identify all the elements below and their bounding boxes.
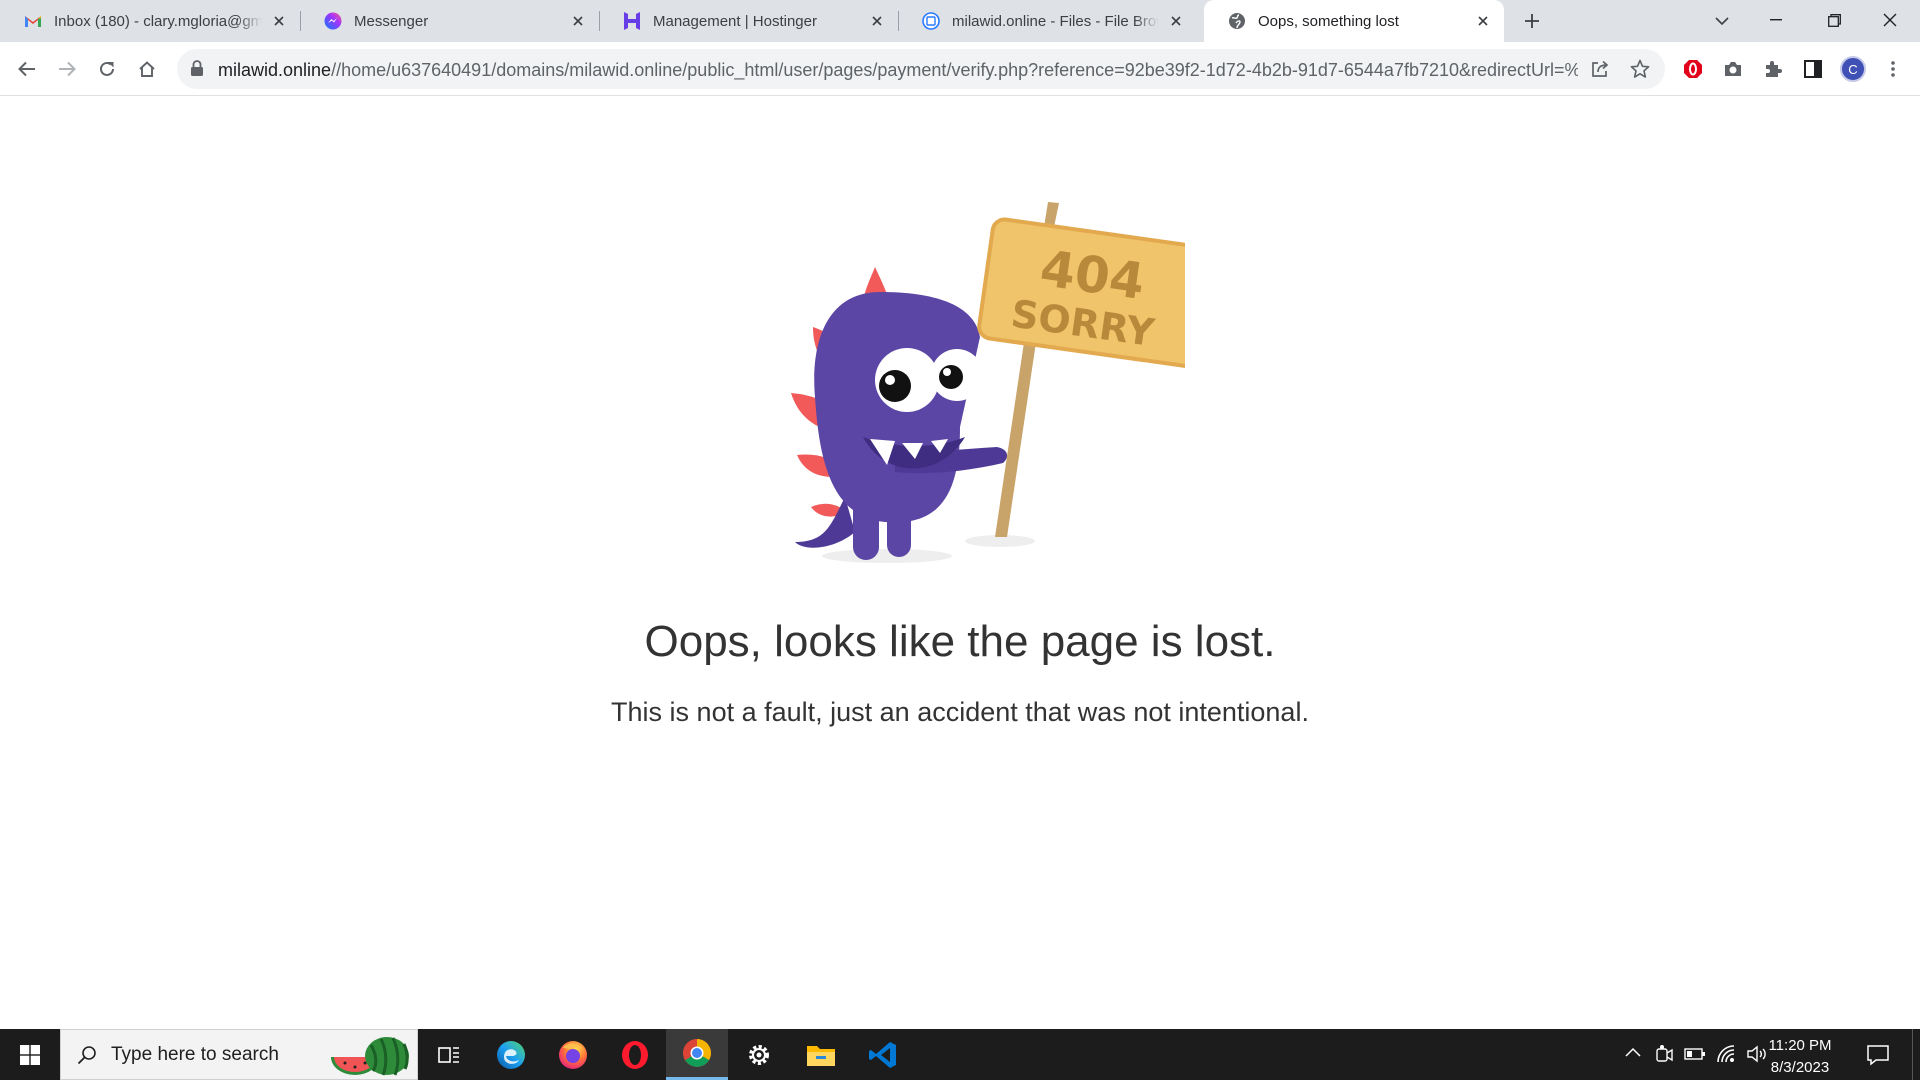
page-content: 404 SORRY Oops, looks like the page is l… bbox=[0, 97, 1920, 1029]
gmail-icon bbox=[24, 12, 42, 30]
file-explorer-icon bbox=[806, 1042, 836, 1068]
search-placeholder: Type here to search bbox=[111, 1044, 279, 1065]
windows-logo-icon bbox=[20, 1044, 40, 1065]
tab-messenger[interactable]: Messenger bbox=[300, 0, 600, 42]
tab-hostinger[interactable]: Management | Hostinger bbox=[599, 0, 899, 42]
taskbar-edge[interactable] bbox=[480, 1029, 542, 1080]
taskbar-file-explorer[interactable] bbox=[790, 1029, 852, 1080]
url-path: //home/u637640491/domains/milawid.online… bbox=[331, 60, 1578, 80]
windows-taskbar: Type here to search 11:20 PM 8/3/2023 bbox=[0, 1029, 1920, 1080]
taskbar-vscode[interactable] bbox=[852, 1029, 914, 1080]
tab-title: Oops, something lost bbox=[1258, 12, 1399, 30]
camera-icon bbox=[1723, 60, 1743, 78]
show-desktop-button[interactable] bbox=[1912, 1029, 1920, 1080]
restore-icon bbox=[1827, 13, 1841, 27]
tab-title: Messenger bbox=[354, 12, 429, 30]
task-view-icon bbox=[438, 1045, 460, 1065]
monster-404-illustration: 404 SORRY bbox=[791, 202, 1185, 563]
wifi-icon[interactable] bbox=[1716, 1044, 1738, 1064]
page-subtitle: This is not a fault, just an accident th… bbox=[611, 697, 1309, 727]
close-tab-icon[interactable] bbox=[1474, 12, 1492, 30]
page-title: Oops, looks like the page is lost. bbox=[644, 617, 1276, 666]
taskbar-settings[interactable] bbox=[728, 1029, 790, 1080]
taskbar-firefox[interactable] bbox=[542, 1029, 604, 1080]
clock-date: 8/3/2023 bbox=[1770, 1059, 1830, 1076]
profile-button[interactable]: C bbox=[1837, 53, 1869, 85]
avatar: C bbox=[1840, 56, 1866, 82]
menu-button[interactable] bbox=[1877, 53, 1909, 85]
arrow-left-icon bbox=[18, 61, 36, 77]
reload-button[interactable] bbox=[91, 53, 123, 85]
plus-icon bbox=[1524, 13, 1540, 29]
taskbar-chrome[interactable] bbox=[666, 1029, 728, 1080]
opera-icon bbox=[620, 1040, 650, 1070]
more-vertical-icon bbox=[1891, 61, 1895, 77]
forward-button[interactable] bbox=[51, 53, 83, 85]
reload-icon bbox=[98, 60, 116, 78]
lock-icon[interactable] bbox=[190, 60, 204, 77]
notification-icon[interactable] bbox=[1866, 1043, 1890, 1067]
close-icon bbox=[1883, 13, 1897, 27]
home-icon bbox=[138, 60, 156, 78]
tab-title: milawid.online - Files - File Browser bbox=[952, 12, 1159, 30]
edge-icon bbox=[496, 1040, 526, 1070]
new-tab-button[interactable] bbox=[1514, 8, 1550, 34]
settings-icon bbox=[746, 1042, 772, 1068]
tab-strip: Inbox (180) - clary.mgloria@gmail.com - … bbox=[0, 0, 1920, 42]
chrome-icon bbox=[682, 1038, 712, 1068]
side-panel-icon bbox=[1804, 60, 1822, 78]
close-tab-icon[interactable] bbox=[569, 12, 587, 30]
watermelon-icon bbox=[329, 1035, 411, 1077]
close-tab-icon[interactable] bbox=[1167, 12, 1185, 30]
chevron-up-icon[interactable] bbox=[1624, 1046, 1642, 1058]
taskbar-search-box[interactable]: Type here to search bbox=[60, 1029, 418, 1080]
close-tab-icon[interactable] bbox=[868, 12, 886, 30]
extensions-button[interactable] bbox=[1757, 53, 1789, 85]
address-bar[interactable]: milawid.online//home/u637640491/domains/… bbox=[177, 49, 1665, 89]
adblock-icon bbox=[1683, 59, 1703, 79]
taskbar-opera[interactable] bbox=[604, 1029, 666, 1080]
restore-button[interactable] bbox=[1810, 0, 1858, 40]
avatar-initial: C bbox=[1848, 61, 1858, 77]
opera-extension-button[interactable] bbox=[1677, 53, 1709, 85]
start-button[interactable] bbox=[0, 1029, 60, 1080]
minimize-icon bbox=[1770, 19, 1782, 21]
url-text[interactable]: milawid.online//home/u637640491/domains/… bbox=[218, 60, 1578, 81]
back-button[interactable] bbox=[11, 53, 43, 85]
messenger-icon bbox=[324, 12, 342, 30]
battery-icon[interactable] bbox=[1684, 1047, 1706, 1061]
close-tab-icon[interactable] bbox=[270, 12, 288, 30]
screenshot-extension-button[interactable] bbox=[1717, 53, 1749, 85]
url-domain: milawid.online bbox=[218, 60, 332, 80]
clock-time: 11:20 PM bbox=[1768, 1037, 1832, 1054]
tab-oops-active[interactable]: Oops, something lost bbox=[1204, 0, 1504, 42]
firefox-icon bbox=[558, 1040, 588, 1070]
home-button[interactable] bbox=[131, 53, 163, 85]
tab-search-button[interactable] bbox=[1708, 8, 1736, 34]
search-icon bbox=[77, 1045, 97, 1065]
taskbar-clock[interactable]: 11:20 PM 8/3/2023 bbox=[1760, 1035, 1840, 1079]
arrow-right-icon bbox=[58, 61, 76, 77]
side-panel-button[interactable] bbox=[1797, 53, 1829, 85]
browser-toolbar: milawid.online//home/u637640491/domains/… bbox=[0, 42, 1920, 96]
vscode-icon bbox=[868, 1040, 898, 1070]
task-view-button[interactable] bbox=[418, 1029, 480, 1080]
star-icon[interactable] bbox=[1630, 59, 1650, 79]
minimize-button[interactable] bbox=[1752, 0, 1800, 40]
tab-title: Management | Hostinger bbox=[653, 12, 817, 30]
share-icon[interactable] bbox=[1590, 59, 1610, 79]
hostinger-icon bbox=[623, 12, 641, 30]
meet-now-icon[interactable] bbox=[1655, 1044, 1673, 1064]
tab-file-browser[interactable]: milawid.online - Files - File Browser bbox=[898, 0, 1197, 42]
puzzle-icon bbox=[1763, 59, 1783, 79]
tab-title: Inbox (180) - clary.mgloria@gmail.com - … bbox=[54, 12, 262, 30]
tab-gmail[interactable]: Inbox (180) - clary.mgloria@gmail.com - … bbox=[0, 0, 301, 42]
close-window-button[interactable] bbox=[1866, 0, 1914, 40]
globe-icon bbox=[1228, 12, 1246, 30]
chevron-down-icon bbox=[1715, 16, 1729, 26]
file-browser-icon bbox=[922, 12, 940, 30]
